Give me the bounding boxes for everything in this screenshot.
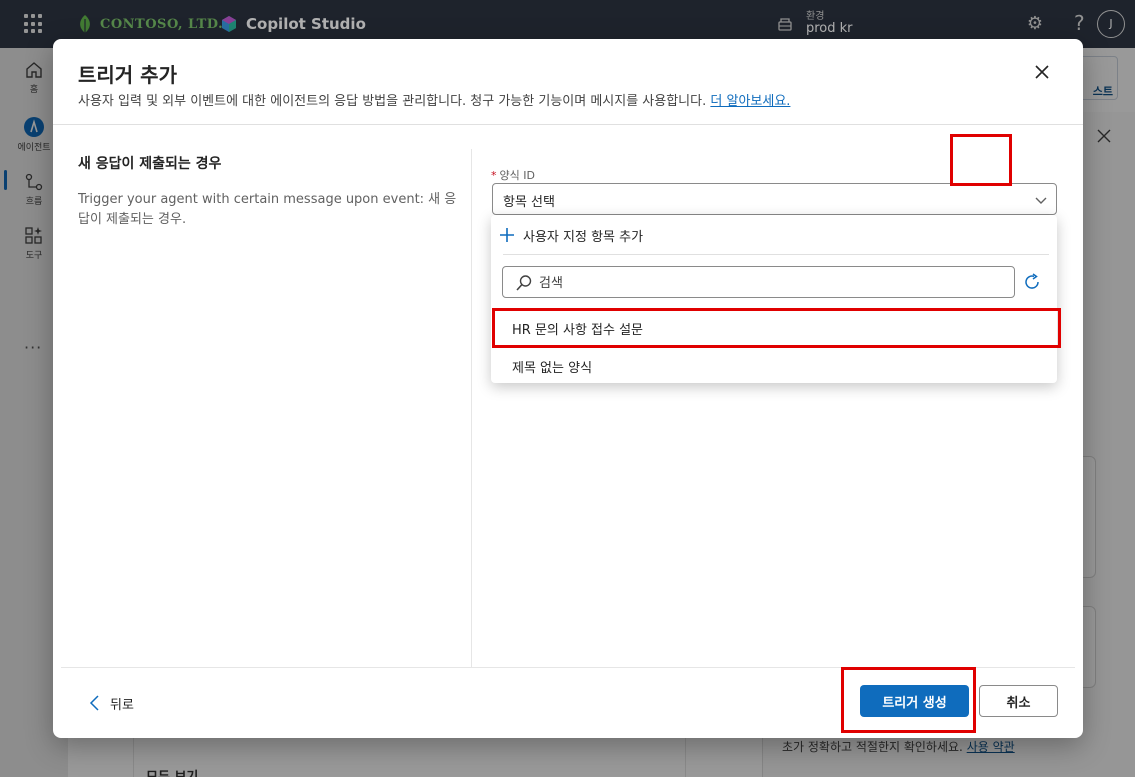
dialog-footer-divider	[61, 667, 1075, 668]
add-custom-item-label: 사용자 지정 항목 추가	[523, 229, 644, 245]
form-id-selected-value: 항목 선택	[503, 195, 555, 210]
learn-more-link[interactable]: 더 알아보세요.	[710, 94, 790, 109]
back-label: 뒤로	[110, 697, 134, 713]
trigger-description: Trigger your agent with certain message …	[78, 192, 457, 227]
trigger-heading: 새 응답이 제출되는 경우	[78, 156, 222, 172]
form-id-label: * 양식 ID	[491, 167, 535, 183]
back-button[interactable]: 뒤로	[88, 691, 134, 715]
listbox-option[interactable]: 제목 없는 양식	[491, 347, 1057, 383]
close-icon[interactable]	[1031, 61, 1053, 83]
listbox-option[interactable]: HR 문의 사항 접수 설문	[491, 309, 1057, 345]
add-trigger-dialog: 트리거 추가 사용자 입력 및 외부 이벤트에 대한 에이전트의 응답 방법을 …	[53, 39, 1083, 738]
dialog-title: 트리거 추가	[78, 63, 177, 87]
search-box	[502, 266, 1015, 298]
dialog-subtitle: 사용자 입력 및 외부 이벤트에 대한 에이전트의 응답 방법을 관리합니다. …	[78, 90, 790, 109]
search-input[interactable]	[539, 273, 999, 293]
cancel-button[interactable]: 취소	[979, 685, 1058, 717]
dialog-header-divider	[53, 124, 1083, 125]
search-icon	[516, 275, 532, 291]
listbox-divider	[503, 254, 1049, 255]
chevron-left-icon	[89, 695, 99, 711]
chevron-down-icon[interactable]	[1033, 192, 1049, 208]
refresh-icon[interactable]	[1021, 271, 1043, 293]
dialog-subtitle-text: 사용자 입력 및 외부 이벤트에 대한 에이전트의 응답 방법을 관리합니다. …	[78, 94, 707, 109]
form-id-listbox: 사용자 지정 항목 추가 HR 문의 사항 접수 설문 제목 없는 양식	[491, 215, 1057, 383]
required-mark: *	[491, 169, 497, 182]
form-id-label-text: 양식 ID	[499, 169, 535, 182]
create-trigger-button[interactable]: 트리거 생성	[860, 685, 969, 717]
plus-icon	[500, 228, 514, 242]
form-id-dropdown[interactable]: 항목 선택	[492, 183, 1057, 215]
column-divider	[471, 149, 472, 667]
add-custom-item-button[interactable]: 사용자 지정 항목 추가	[499, 225, 643, 245]
